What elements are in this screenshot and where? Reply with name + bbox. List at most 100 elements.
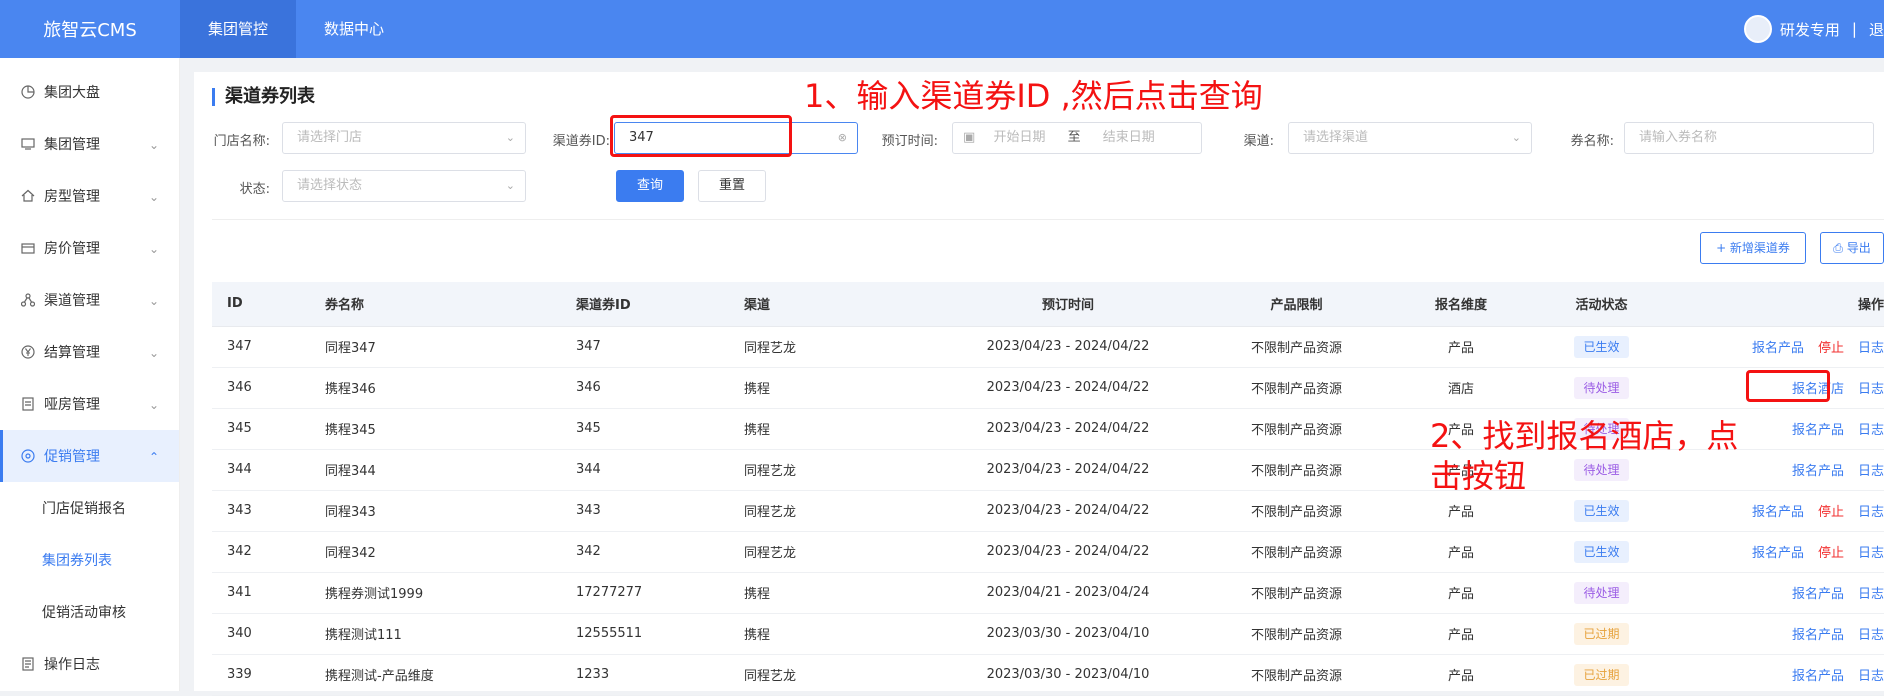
promotion-icon (20, 448, 36, 464)
sidebar-subitem-group-coupons[interactable]: 集团券列表 (0, 534, 179, 586)
cell-status: 已过期 (1531, 613, 1672, 655)
sidebar-subitem-promotion-review[interactable]: 促销活动审核 (0, 586, 179, 638)
status-select[interactable]: 请选择状态 ⌄ (282, 170, 526, 202)
col-header-channel: 渠道 (744, 282, 934, 327)
chevron-down-icon: ⌄ (148, 346, 159, 360)
col-header-coupon-id: 渠道券ID (576, 282, 744, 327)
reset-button[interactable]: 重置 (698, 170, 766, 202)
cell-coupon-id: 17277277 (576, 572, 744, 614)
start-date-placeholder[interactable]: 开始日期 (993, 130, 1045, 145)
sidebar-item-room-price[interactable]: 房价管理 ⌄ (0, 222, 179, 274)
sidebar-subitem-store-promotion[interactable]: 门店促销报名 (0, 482, 179, 534)
log-link[interactable]: 日志 (1858, 624, 1884, 643)
export-button[interactable]: ⎙ 导出 (1820, 232, 1884, 264)
date-range-picker[interactable]: ▣ 开始日期 至 结束日期 (952, 122, 1202, 154)
sidebar-item-channel[interactable]: 渠道管理 ⌄ (0, 274, 179, 326)
home-icon (20, 188, 36, 204)
register-product-link[interactable]: 报名产品 (1752, 337, 1804, 356)
sidebar-item-promotion[interactable]: 促销管理 ⌃ (0, 430, 179, 482)
log-link[interactable]: 日志 (1858, 542, 1884, 561)
register-product-link[interactable]: 报名产品 (1792, 419, 1844, 438)
register-product-link[interactable]: 报名产品 (1792, 583, 1844, 602)
tab-group-control[interactable]: 集团管控 (180, 0, 297, 58)
coupon-name-label: 券名称: (1570, 134, 1614, 149)
log-link[interactable]: 日志 (1858, 501, 1884, 520)
stop-link[interactable]: 停止 (1818, 337, 1844, 356)
top-bar: 旅智云CMS 集团管控 数据中心 研发专用 | 退 (0, 0, 1884, 58)
cell-dimension: 酒店 (1391, 367, 1531, 409)
sidebar-item-group-dashboard[interactable]: 集团大盘 (0, 66, 179, 118)
add-coupon-button[interactable]: + 新增渠道券 (1700, 232, 1806, 264)
log-link[interactable]: 日志 (1858, 419, 1884, 438)
log-link[interactable]: 日志 (1858, 583, 1884, 602)
stop-link[interactable]: 停止 (1818, 501, 1844, 520)
cell-booking-time: 2023/04/21 - 2023/04/24 (934, 572, 1202, 614)
coupon-name-input[interactable]: 请输入券名称 (1624, 122, 1874, 154)
register-product-link[interactable]: 报名产品 (1752, 501, 1804, 520)
cell-id: 341 (212, 572, 325, 614)
coupon-table: ID 券名称 渠道券ID 渠道 预订时间 产品限制 报名维度 活动状态 操作 3… (212, 282, 1884, 696)
user-name[interactable]: 研发专用 (1780, 19, 1840, 40)
table-row: 346 携程346 346 携程 2023/04/23 - 2024/04/22 不限制产… (212, 367, 1884, 409)
tab-data-center[interactable]: 数据中心 (296, 0, 412, 58)
col-header-status: 活动状态 (1531, 282, 1672, 327)
cell-coupon-id: 12555511 (576, 613, 744, 655)
cell-dimension: 产品 (1391, 572, 1531, 614)
cell-coupon-name: 同程347 (325, 326, 576, 368)
table-row: 339 携程测试-产品维度 1233 同程艺龙 2023/03/30 - 2023/04… (212, 654, 1884, 696)
log-link[interactable]: 日志 (1858, 378, 1884, 397)
cell-coupon-id: 344 (576, 449, 744, 491)
divider (212, 219, 1884, 220)
cell-actions: 报名产品 停止 日志 (1672, 326, 1884, 368)
register-product-link[interactable]: 报名产品 (1792, 460, 1844, 479)
user-separator: | (1851, 20, 1857, 38)
log-link[interactable]: 日志 (1858, 460, 1884, 479)
chevron-down-icon: ⌄ (148, 138, 159, 152)
cell-coupon-id: 342 (576, 531, 744, 573)
calendar-icon: ▣ (963, 130, 976, 145)
cell-status: 已生效 (1531, 326, 1672, 368)
avatar[interactable] (1743, 15, 1772, 43)
sidebar-item-label: 渠道管理 (44, 293, 100, 309)
status-badge: 已生效 (1574, 335, 1629, 358)
cell-channel: 携程 (744, 613, 934, 655)
sidebar-item-dummy-room[interactable]: 哑房管理 ⌄ (0, 378, 179, 430)
cell-channel: 携程 (744, 572, 934, 614)
logout-link[interactable]: 退 (1869, 19, 1884, 40)
col-header-name: 券名称 (325, 282, 576, 327)
channel-placeholder: 请选择渠道 (1303, 130, 1369, 145)
end-date-placeholder[interactable]: 结束日期 (1103, 130, 1155, 145)
register-product-link[interactable]: 报名产品 (1792, 665, 1844, 684)
monitor-icon (20, 136, 36, 152)
export-icon: ⎙ (1833, 241, 1843, 255)
cell-actions: 报名产品 日志 (1672, 654, 1884, 696)
cell-booking-time: 2023/04/23 - 2024/04/22 (934, 449, 1202, 491)
cell-product-limit: 不限制产品资源 (1202, 449, 1391, 491)
sidebar-item-group-management[interactable]: 集团管理 ⌄ (0, 118, 179, 170)
register-product-link[interactable]: 报名产品 (1752, 542, 1804, 561)
status-badge: 待处理 (1574, 581, 1629, 604)
log-link[interactable]: 日志 (1858, 665, 1884, 684)
query-button[interactable]: 查询 (616, 170, 684, 202)
user-menu[interactable]: 研发专用 | 退 (1743, 0, 1884, 58)
cell-booking-time: 2023/03/30 - 2023/04/10 (934, 654, 1202, 696)
cell-channel: 同程艺龙 (744, 654, 934, 696)
sidebar-item-operation-log[interactable]: 操作日志 (0, 638, 179, 690)
cell-coupon-name: 携程券测试1999 (325, 572, 576, 614)
cell-id: 344 (212, 449, 325, 491)
sidebar-item-settlement[interactable]: 结算管理 ⌄ (0, 326, 179, 378)
booking-time-label: 预订时间: (881, 134, 938, 149)
dashboard-icon (20, 84, 36, 100)
channel-select[interactable]: 请选择渠道 ⌄ (1288, 122, 1532, 154)
clear-icon[interactable]: ⊗ (838, 123, 847, 153)
table-header-row: ID 券名称 渠道券ID 渠道 预订时间 产品限制 报名维度 活动状态 操作 (212, 282, 1884, 327)
sidebar-item-label: 集团管理 (44, 137, 100, 153)
sidebar-item-label: 房型管理 (44, 189, 100, 205)
status-badge: 已生效 (1574, 540, 1629, 563)
stop-link[interactable]: 停止 (1818, 542, 1844, 561)
register-product-link[interactable]: 报名产品 (1792, 624, 1844, 643)
log-link[interactable]: 日志 (1858, 337, 1884, 356)
cell-product-limit: 不限制产品资源 (1202, 654, 1391, 696)
sidebar-item-room-type[interactable]: 房型管理 ⌄ (0, 170, 179, 222)
store-select[interactable]: 请选择门店 ⌄ (282, 122, 526, 154)
